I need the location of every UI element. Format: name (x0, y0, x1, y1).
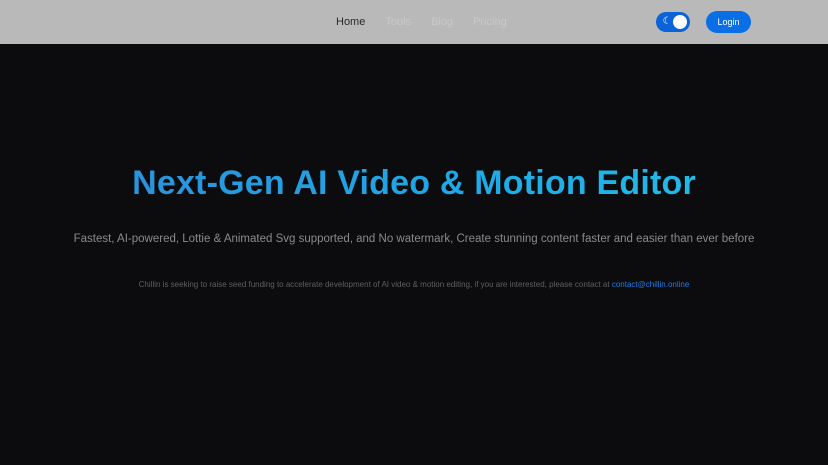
nav-link-home[interactable]: Home (336, 16, 365, 28)
hero-title: Next-Gen AI Video & Motion Editor (0, 164, 828, 203)
nav-link-pricing[interactable]: Pricing (473, 16, 507, 28)
toggle-knob (673, 15, 687, 29)
moon-icon: ☾ (662, 16, 672, 27)
nav-links: Home Tools Blog Pricing (336, 0, 507, 44)
hero-subtitle: Fastest, AI-powered, Lottie & Animated S… (73, 233, 755, 245)
theme-toggle[interactable]: ☾ (656, 12, 690, 32)
navbar: Home Tools Blog Pricing ☾ Login (0, 0, 828, 44)
funding-note: Chillin is seeking to raise seed funding… (0, 280, 828, 289)
hero-section: Next-Gen AI Video & Motion Editor Fastes… (0, 44, 828, 465)
funding-note-text: Chillin is seeking to raise seed funding… (138, 280, 612, 289)
nav-link-blog[interactable]: Blog (431, 16, 453, 28)
contact-email-link[interactable]: contact@chillin.online (612, 280, 690, 289)
login-button[interactable]: Login (706, 11, 751, 33)
nav-link-tools[interactable]: Tools (385, 16, 411, 28)
